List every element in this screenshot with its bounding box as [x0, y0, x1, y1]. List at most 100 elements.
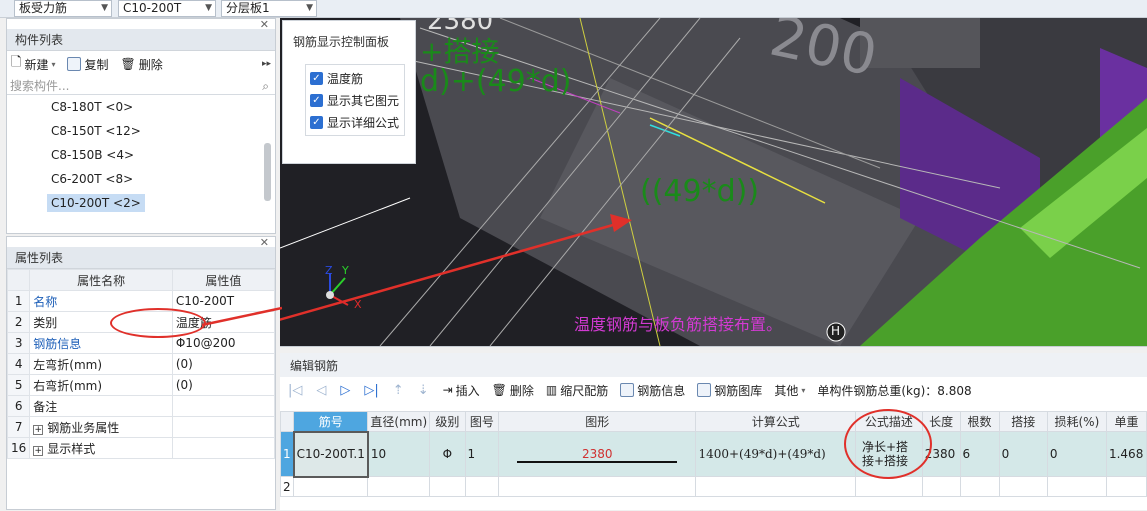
list-item[interactable]: C8-150B <4>: [7, 143, 275, 167]
property-name: 右弯折(mm): [29, 374, 173, 396]
property-value[interactable]: Φ10@200: [171, 332, 276, 354]
last-icon[interactable]: ▷|: [364, 383, 378, 398]
cell-shape[interactable]: 2380: [498, 431, 697, 477]
close-icon[interactable]: ✕: [260, 236, 269, 249]
cell-id[interactable]: C10-200T.1: [292, 430, 369, 478]
cell-unit-weight[interactable]: [1105, 476, 1147, 497]
expand-plus-icon[interactable]: +: [33, 445, 44, 456]
row-header: [280, 411, 295, 432]
column-header: 计算公式: [695, 411, 856, 432]
property-value[interactable]: (0): [171, 353, 276, 375]
trash-icon: 🗑: [120, 57, 136, 71]
new-icon: 🗋: [11, 55, 22, 70]
rebar-info-button[interactable]: 钢筋信息: [620, 382, 685, 399]
delete-button[interactable]: 🗑 删除: [121, 56, 163, 73]
search-icon: ⌕: [262, 79, 269, 93]
column-header: 单重: [1105, 411, 1147, 432]
new-button[interactable]: 🗋 新建 ▾: [11, 53, 55, 75]
checkbox-show-formula[interactable]: ✓ 显示详细公式: [310, 111, 400, 133]
table-row[interactable]: 16 + 显示样式: [6, 437, 276, 459]
table-row[interactable]: 1 C10-200T.1 10 Φ 1 2380 1400+(49*d)+(49…: [280, 430, 1147, 478]
cell-count[interactable]: 6: [959, 431, 1000, 477]
chevron-down-icon: ▾: [51, 59, 56, 69]
info-icon: [620, 383, 635, 397]
column-header: 属性值: [171, 269, 276, 291]
cell-id[interactable]: [293, 476, 369, 497]
delete-label: 删除: [509, 383, 534, 398]
expand-plus-icon[interactable]: +: [33, 424, 44, 435]
property-table: 属性名称 属性值 1 名称 C10-200T 2 类别 温度筋 3 钢筋信息 Φ…: [6, 269, 276, 459]
scrollbar[interactable]: [264, 143, 271, 201]
checkbox-show-other[interactable]: ✓ 显示其它图元: [310, 89, 400, 111]
cell-lap[interactable]: 0: [998, 431, 1048, 477]
highlight-ellipse: [110, 308, 206, 338]
checkbox-temperature-rebar[interactable]: ✓ 温度筋: [310, 67, 400, 89]
other-menu[interactable]: 其他 ▾: [774, 382, 805, 399]
cell-loss[interactable]: [1046, 476, 1107, 497]
component-select[interactable]: C10-200T ▼: [118, 0, 216, 17]
property-group[interactable]: + 钢筋业务属性: [29, 416, 173, 438]
cell-lap[interactable]: [998, 476, 1048, 497]
cell-formula[interactable]: 1400+(49*d)+(49*d): [695, 431, 856, 477]
cell-length[interactable]: [921, 476, 961, 497]
move-up-icon[interactable]: ⇡: [393, 383, 404, 398]
prev-icon[interactable]: ◁: [316, 383, 326, 398]
list-item[interactable]: C6-200T <8>: [7, 167, 275, 191]
cell-loss[interactable]: 0: [1046, 431, 1107, 477]
row-number: 2: [280, 476, 295, 497]
insert-button[interactable]: ⇥ 插入: [443, 382, 480, 399]
next-icon[interactable]: ▷: [340, 383, 350, 398]
delete-row-button[interactable]: 🗑 删除: [492, 382, 534, 399]
cell-formula-desc[interactable]: [854, 476, 923, 497]
list-item-label: C6-200T <8>: [51, 172, 134, 186]
other-label: 其他: [774, 383, 799, 398]
layer-value: 分层板1: [226, 1, 270, 15]
cell-figure-no[interactable]: 1: [464, 431, 500, 477]
insert-label: 插入: [455, 383, 480, 398]
scale-rebar-button[interactable]: ▥ 缩尺配筋: [546, 382, 608, 399]
first-icon[interactable]: |◁: [288, 383, 302, 398]
shape-length: 2380: [582, 447, 613, 461]
table-row[interactable]: 4 左弯折(mm) (0): [6, 353, 276, 375]
layer-select[interactable]: 分层板1 ▼: [221, 0, 317, 17]
list-item-selected[interactable]: C10-200T <2>: [7, 191, 275, 215]
ruler-icon: ▥: [545, 383, 558, 397]
trash-icon: 🗑: [491, 383, 507, 397]
table-row[interactable]: 6 备注: [6, 395, 276, 417]
list-item-label: C8-180T <0>: [51, 100, 134, 114]
axis-z-label: Z: [325, 264, 333, 277]
cell-count[interactable]: [959, 476, 1000, 497]
cell-grade[interactable]: Φ: [429, 431, 466, 477]
cell-unit-weight[interactable]: 1.468: [1105, 431, 1147, 477]
cell-shape[interactable]: [498, 476, 697, 497]
checkbox-label: 显示详细公式: [327, 115, 400, 130]
property-value: [171, 437, 276, 459]
cell-formula[interactable]: [695, 476, 856, 497]
cell-diameter[interactable]: [367, 476, 431, 497]
column-header: 筋号: [293, 411, 369, 432]
copy-button[interactable]: 复制: [67, 56, 109, 73]
property-group[interactable]: + 显示样式: [29, 437, 173, 459]
column-header: 搭接: [998, 411, 1048, 432]
row-number: 4: [6, 353, 31, 375]
table-row[interactable]: 2: [280, 476, 1147, 497]
scale-label: 缩尺配筋: [560, 383, 609, 398]
list-item[interactable]: C8-180T <0>: [7, 95, 275, 119]
cell-diameter[interactable]: 10: [367, 431, 431, 477]
property-value[interactable]: [171, 395, 276, 417]
property-value: [171, 416, 276, 438]
list-item[interactable]: C8-150T <12>: [7, 119, 275, 143]
table-row[interactable]: 7 + 钢筋业务属性: [6, 416, 276, 438]
table-row[interactable]: 5 右弯折(mm) (0): [6, 374, 276, 396]
close-icon[interactable]: ✕: [260, 18, 269, 31]
expand-icon[interactable]: ▸▸: [262, 59, 271, 69]
chevron-down-icon: ▼: [205, 3, 212, 13]
component-search-input[interactable]: 搜索构件... ⌕: [7, 77, 275, 95]
rebar-library-button[interactable]: 钢筋图库: [697, 382, 762, 399]
property-value[interactable]: (0): [171, 374, 276, 396]
cell-grade[interactable]: [429, 476, 466, 497]
move-down-icon[interactable]: ⇣: [418, 383, 429, 398]
axis-origin: [326, 291, 334, 299]
element-type-select[interactable]: 板受力筋 ▼: [14, 0, 112, 17]
cell-figure-no[interactable]: [464, 476, 500, 497]
